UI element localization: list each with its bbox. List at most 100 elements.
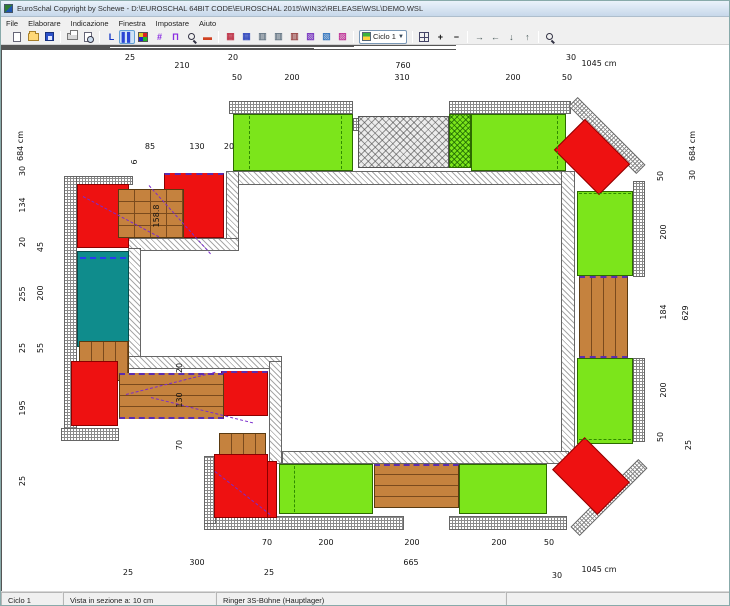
dim-label: 6 <box>131 159 139 164</box>
panel-cycle-button[interactable]: ▨ <box>334 30 350 44</box>
list-view-1-button[interactable]: ▥ <box>254 30 270 44</box>
mesh-mode-button[interactable]: # <box>151 30 167 44</box>
panel-green[interactable] <box>577 191 633 276</box>
panel-3d-button[interactable]: ▧ <box>302 30 318 44</box>
print-icon <box>67 33 78 40</box>
color-view-button[interactable] <box>135 30 151 44</box>
toolbar-separator <box>353 31 354 43</box>
dim-label: 130 <box>189 143 204 151</box>
print-button[interactable] <box>64 30 80 44</box>
panel-view-button[interactable]: ▧ <box>318 30 334 44</box>
zoom-window-icon <box>546 33 553 40</box>
dim-label: 760 <box>395 62 410 70</box>
dim-label: 200 <box>505 74 520 82</box>
dim-label: 200 <box>37 285 45 300</box>
panel-green[interactable] <box>471 114 566 171</box>
profile-mode-button[interactable]: Π <box>167 30 183 44</box>
zoom-out-button[interactable]: − <box>448 30 464 44</box>
print-preview-icon <box>84 32 92 42</box>
window-layout-button[interactable] <box>416 30 432 44</box>
panel-joint-line <box>579 193 631 194</box>
dim-label: 70 <box>262 539 272 547</box>
panel-green[interactable] <box>459 464 547 514</box>
dim-label: 1045 cm <box>581 60 616 68</box>
dimension-line <box>1 579 2 591</box>
save-button[interactable] <box>41 30 57 44</box>
toolbar: L▌▌#Π▬▦▦▥▥▥▧▧▨Ciclo 1▼+−→←↓↑ <box>1 29 730 45</box>
platform-band <box>633 181 645 277</box>
scroll-down-button[interactable]: ↓ <box>503 30 519 44</box>
dim-label: 200 <box>404 539 419 547</box>
menu-elaborare[interactable]: Elaborare <box>23 19 66 28</box>
menu-finestra[interactable]: Finestra <box>114 19 151 28</box>
dim-label: 25 <box>685 440 693 450</box>
dimension-line <box>1 372 2 517</box>
menu-file[interactable]: File <box>1 19 23 28</box>
dim-label: 50 <box>544 539 554 547</box>
dim-label: 1045 cm <box>581 566 616 574</box>
scroll-left-button[interactable]: ← <box>487 30 503 44</box>
dim-label: 684 cm <box>689 131 697 161</box>
cycle-label: Ciclo 1 <box>373 32 396 41</box>
toolbar-separator <box>99 31 100 43</box>
dim-label: 50 <box>562 74 572 82</box>
toolbar-separator <box>60 31 61 43</box>
wall-segment[interactable] <box>561 171 575 464</box>
zoom-in-button[interactable]: + <box>432 30 448 44</box>
dim-label: 200 <box>660 382 668 397</box>
open-file-button[interactable] <box>25 30 41 44</box>
platform-band <box>449 101 571 114</box>
menu-bar: FileElaborareIndicazioneFinestraImpostar… <box>1 17 730 29</box>
dim-label: 30 <box>19 166 27 176</box>
new-file-button[interactable] <box>9 30 25 44</box>
title-bar[interactable]: EuroSchal Copyright by Schewe - D:\EUROS… <box>1 1 730 17</box>
platform-band <box>449 516 567 530</box>
toolbar-separator <box>412 31 413 43</box>
new-file-icon <box>13 32 21 42</box>
menu-impostare[interactable]: Impostare <box>151 19 194 28</box>
app-icon <box>4 4 13 13</box>
dim-label: 20 <box>224 143 234 151</box>
dim-label: 665 <box>403 559 418 567</box>
dim-label: 184 <box>660 304 668 319</box>
list-view-3-button[interactable]: ▥ <box>286 30 302 44</box>
formwork-assign-button[interactable]: ▦ <box>222 30 238 44</box>
dim-label: 30 <box>552 572 562 580</box>
panel-green[interactable] <box>577 358 633 444</box>
line-mode-button[interactable]: ▬ <box>199 30 215 44</box>
dim-label: 210 <box>174 62 189 70</box>
dim-label: 134 <box>19 197 27 212</box>
zoom-window-button[interactable] <box>542 30 558 44</box>
cycle-select[interactable]: Ciclo 1▼ <box>359 30 407 44</box>
scroll-right-button[interactable]: → <box>471 30 487 44</box>
dim-label: 300 <box>189 559 204 567</box>
list-view-2-button[interactable]: ▥ <box>270 30 286 44</box>
formwork-remove-button[interactable]: ▦ <box>238 30 254 44</box>
wall-mode-button[interactable]: L <box>103 30 119 44</box>
dim-label: 25 <box>19 343 27 353</box>
menu-indicazione[interactable]: Indicazione <box>66 19 114 28</box>
formwork-mode-button[interactable]: ▌▌ <box>119 30 135 44</box>
chevron-down-icon[interactable]: ▼ <box>398 34 404 40</box>
window-layout-icon <box>419 32 429 42</box>
dim-label: 195 <box>19 400 27 415</box>
status-bar: Ciclo 1 Vista in sezione a: 10 cm Ringer… <box>1 591 730 606</box>
dim-label: 55 <box>37 343 45 353</box>
scroll-up-button[interactable]: ↑ <box>519 30 535 44</box>
zoom-mode-button[interactable] <box>183 30 199 44</box>
panel-joint-line <box>579 439 631 440</box>
cycle-icon <box>362 32 371 41</box>
dim-label: 50 <box>657 432 665 442</box>
dim-label: 85 <box>145 143 155 151</box>
dim-label: 25 <box>125 54 135 62</box>
dim-label: 70 <box>176 440 184 450</box>
dim-label: 30 <box>689 170 697 180</box>
dim-label: 50 <box>657 171 665 181</box>
print-preview-button[interactable] <box>80 30 96 44</box>
drawing-canvas[interactable]: 2521020760301045 cm502003102005085130206… <box>1 45 730 591</box>
dimension-line <box>1 49 456 50</box>
dim-label: 25 <box>19 476 27 486</box>
menu-aiuto[interactable]: Aiuto <box>194 19 221 28</box>
panel-timber[interactable] <box>579 276 628 358</box>
dim-label: 200 <box>660 224 668 239</box>
